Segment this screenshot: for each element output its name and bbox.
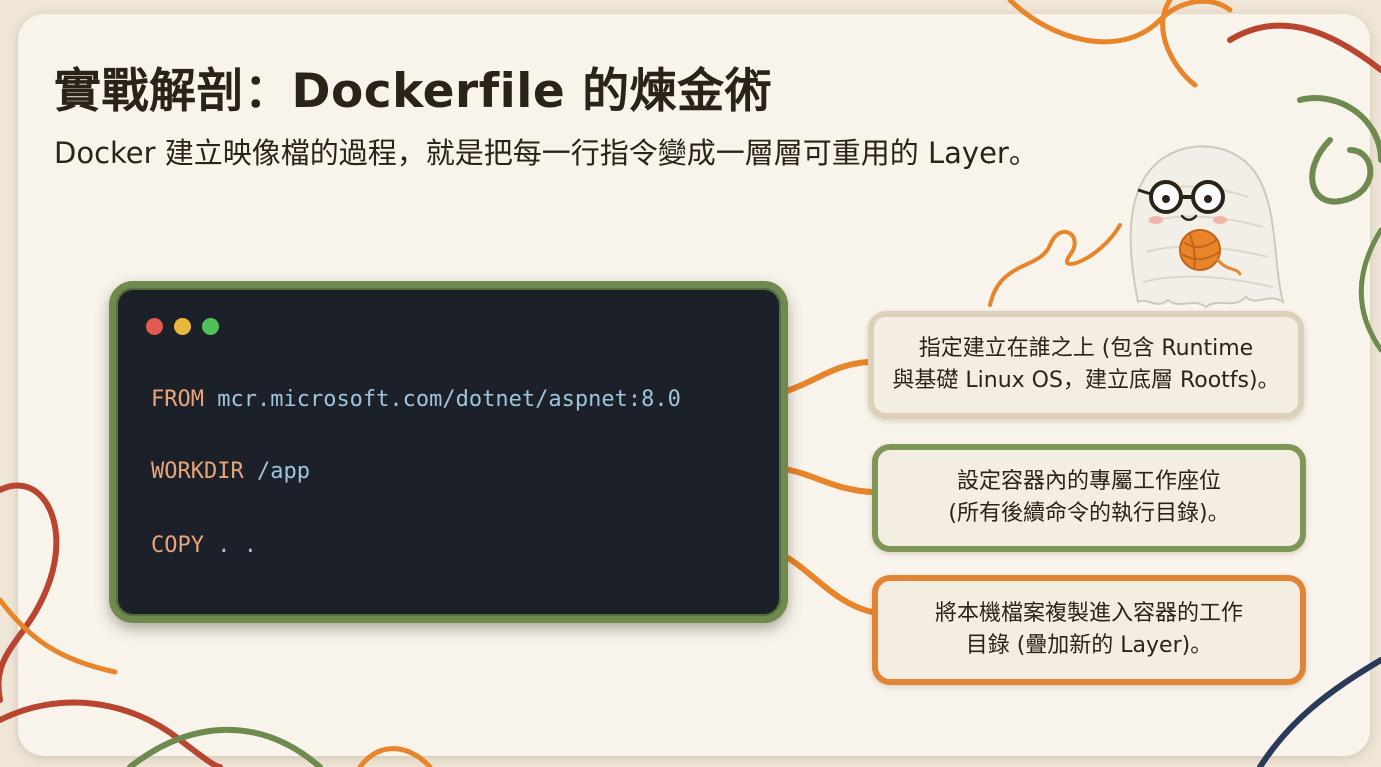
callout-text: 指定建立在誰之上 (包含 Runtime 與基礎 Linux OS，建立底層 R…: [892, 336, 1280, 393]
window-minimize-dot-icon: [174, 318, 191, 335]
window-close-dot-icon: [146, 318, 163, 335]
page-title: 實戰解剖：Dockerfile 的煉金術: [54, 64, 773, 119]
code-argument: . .: [217, 533, 257, 558]
code-line-workdir: WORKDIR /app: [151, 459, 310, 484]
code-line-from: FROM mcr.microsoft.com/dotnet/aspnet:8.0: [151, 387, 681, 412]
code-terminal: FROM mcr.microsoft.com/dotnet/aspnet:8.0…: [109, 281, 788, 623]
code-argument: mcr.microsoft.com/dotnet/aspnet:8.0: [217, 387, 681, 412]
callout-copy: 將本機檔案複製進入容器的工作 目錄 (疊加新的 Layer)。: [872, 575, 1306, 685]
callout-text: 設定容器內的專屬工作座位 (所有後續命令的執行目錄)。: [948, 469, 1230, 526]
yarn-ghost-mascot-icon: [1129, 145, 1285, 309]
page-subtitle: Docker 建立映像檔的過程，就是把每一行指令變成一層層可重用的 Layer。: [54, 136, 1038, 170]
callout-text: 將本機檔案複製進入容器的工作 目錄 (疊加新的 Layer)。: [934, 601, 1243, 658]
callout-from: 指定建立在誰之上 (包含 Runtime 與基礎 Linux OS，建立底層 R…: [868, 311, 1304, 419]
code-keyword: COPY: [151, 533, 204, 558]
code-keyword: FROM: [151, 387, 204, 412]
callout-workdir: 設定容器內的專屬工作座位 (所有後續命令的執行目錄)。: [872, 444, 1306, 552]
window-maximize-dot-icon: [202, 318, 219, 335]
code-argument: /app: [256, 459, 310, 484]
code-keyword: WORKDIR: [151, 459, 244, 484]
code-line-copy: COPY . .: [151, 533, 257, 558]
